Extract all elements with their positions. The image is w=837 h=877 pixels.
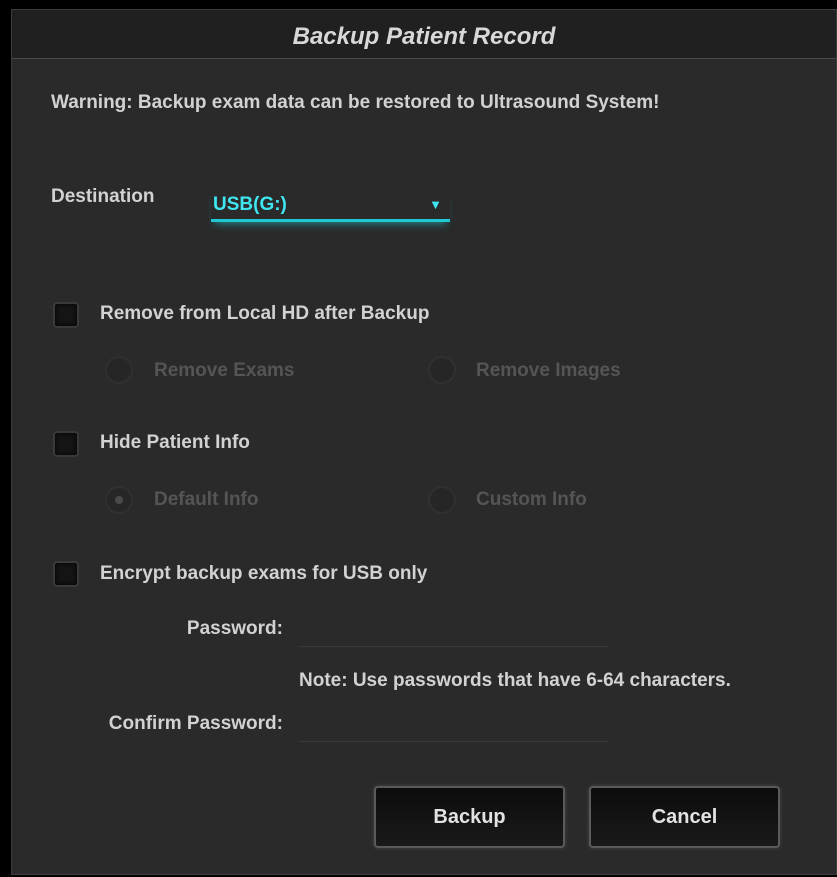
radio-selected-dot — [115, 496, 123, 504]
password-label: Password: — [186, 618, 283, 639]
custom-info-label: Custom Info — [476, 489, 587, 510]
password-note: Note: Use passwords that have 6-64 chara… — [299, 670, 731, 691]
destination-value: USB(G:) — [213, 194, 287, 215]
default-info-label: Default Info — [154, 489, 259, 510]
backup-dialog: Backup Patient Record Warning: Backup ex… — [11, 9, 837, 875]
destination-label: Destination — [51, 186, 155, 207]
dropdown-arrow-icon: ▼ — [429, 197, 442, 212]
confirm-password-field[interactable] — [299, 708, 608, 742]
hide-patient-checkbox[interactable] — [53, 431, 79, 457]
dialog-title: Backup Patient Record — [292, 23, 556, 50]
remove-images-radio[interactable] — [428, 356, 456, 384]
password-field[interactable] — [299, 613, 608, 647]
remove-images-label: Remove Images — [476, 360, 621, 381]
backup-button[interactable]: Backup — [374, 786, 565, 848]
remove-local-label: Remove from Local HD after Backup — [100, 303, 430, 324]
confirm-password-label: Confirm Password: — [108, 713, 283, 734]
encrypt-label: Encrypt backup exams for USB only — [100, 563, 428, 584]
remove-exams-label: Remove Exams — [154, 360, 295, 381]
dialog-titlebar: Backup Patient Record — [12, 10, 836, 59]
cancel-button[interactable]: Cancel — [589, 786, 780, 848]
remove-local-checkbox[interactable] — [53, 302, 79, 328]
custom-info-radio[interactable] — [428, 486, 456, 514]
remove-exams-radio[interactable] — [105, 356, 133, 384]
default-info-radio[interactable] — [105, 486, 133, 514]
encrypt-checkbox[interactable] — [53, 561, 79, 587]
hide-patient-label: Hide Patient Info — [100, 432, 250, 453]
warning-text: Warning: Backup exam data can be restore… — [51, 92, 660, 113]
destination-select[interactable]: USB(G:) ▼ — [211, 189, 450, 222]
